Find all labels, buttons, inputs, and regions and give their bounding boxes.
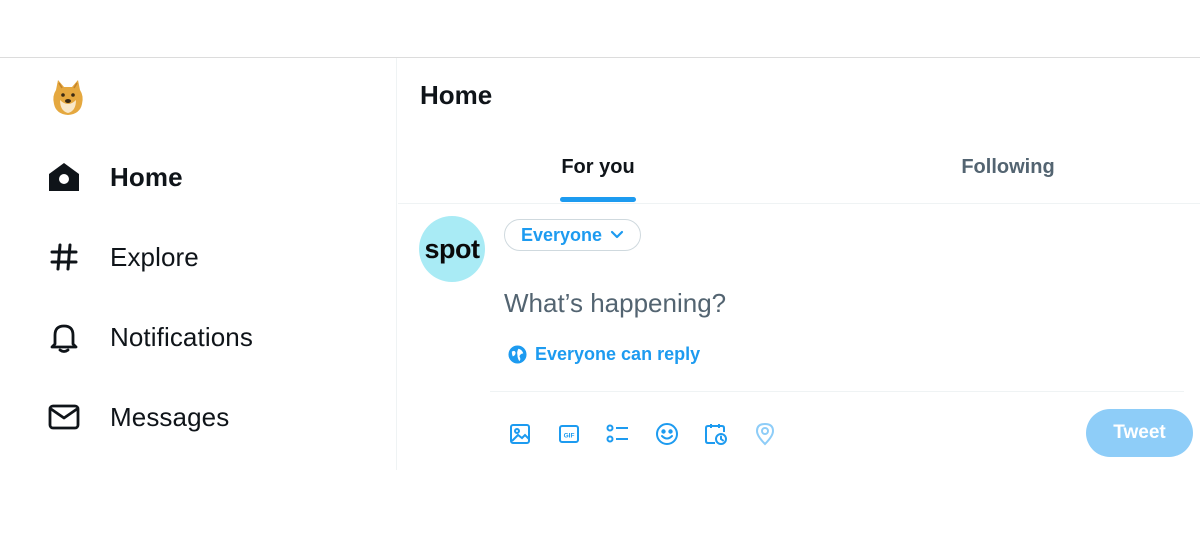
sidebar-item-label: Notifications — [110, 321, 253, 352]
location-icon[interactable] — [749, 418, 781, 450]
schedule-icon[interactable] — [700, 418, 732, 450]
tab-label: Following — [961, 156, 1055, 178]
envelope-icon — [44, 397, 84, 437]
tab-label: For you — [561, 156, 635, 178]
page-title: Home — [420, 80, 493, 110]
avatar-text: spot — [424, 233, 481, 264]
globe-icon — [508, 345, 527, 364]
avatar[interactable]: spot — [419, 216, 485, 282]
tab-for-you[interactable]: For you — [398, 140, 798, 204]
timeline-tabs: For you Following — [398, 140, 1200, 204]
poll-icon[interactable] — [602, 418, 634, 450]
compose-toolbar: GIF — [504, 418, 798, 450]
doge-logo-icon[interactable] — [50, 78, 86, 116]
media-icon[interactable] — [504, 418, 536, 450]
bell-icon — [44, 317, 84, 357]
home-icon — [44, 157, 84, 197]
sidebar: Home Explore Notifications Messages — [0, 58, 397, 470]
reply-setting-label: Everyone can reply — [535, 344, 701, 364]
sidebar-item-explore[interactable]: Explore — [44, 235, 199, 279]
tweet-button[interactable]: Tweet — [1086, 409, 1193, 457]
reply-setting-button[interactable]: Everyone can reply — [508, 344, 700, 365]
compose-divider — [490, 391, 1184, 392]
active-tab-indicator — [560, 197, 636, 202]
hashtag-icon — [44, 237, 84, 277]
sidebar-item-label: Home — [110, 161, 183, 192]
tab-following[interactable]: Following — [798, 140, 1200, 204]
sidebar-item-home[interactable]: Home — [44, 155, 183, 199]
compose-input[interactable] — [504, 284, 1104, 322]
chevron-down-icon — [610, 230, 624, 239]
sidebar-item-notifications[interactable]: Notifications — [44, 315, 253, 359]
emoji-icon[interactable] — [651, 418, 683, 450]
sidebar-item-label: Messages — [110, 401, 230, 432]
audience-selector-button[interactable]: Everyone — [504, 219, 642, 251]
sidebar-item-label: Explore — [110, 241, 199, 272]
gif-icon[interactable]: GIF — [553, 418, 585, 450]
sidebar-item-messages[interactable]: Messages — [44, 395, 229, 439]
audience-label: Everyone — [521, 224, 603, 245]
svg-text:GIF: GIF — [564, 433, 575, 440]
main-column: Home For you Following spot Everyone Eve… — [398, 58, 1200, 470]
